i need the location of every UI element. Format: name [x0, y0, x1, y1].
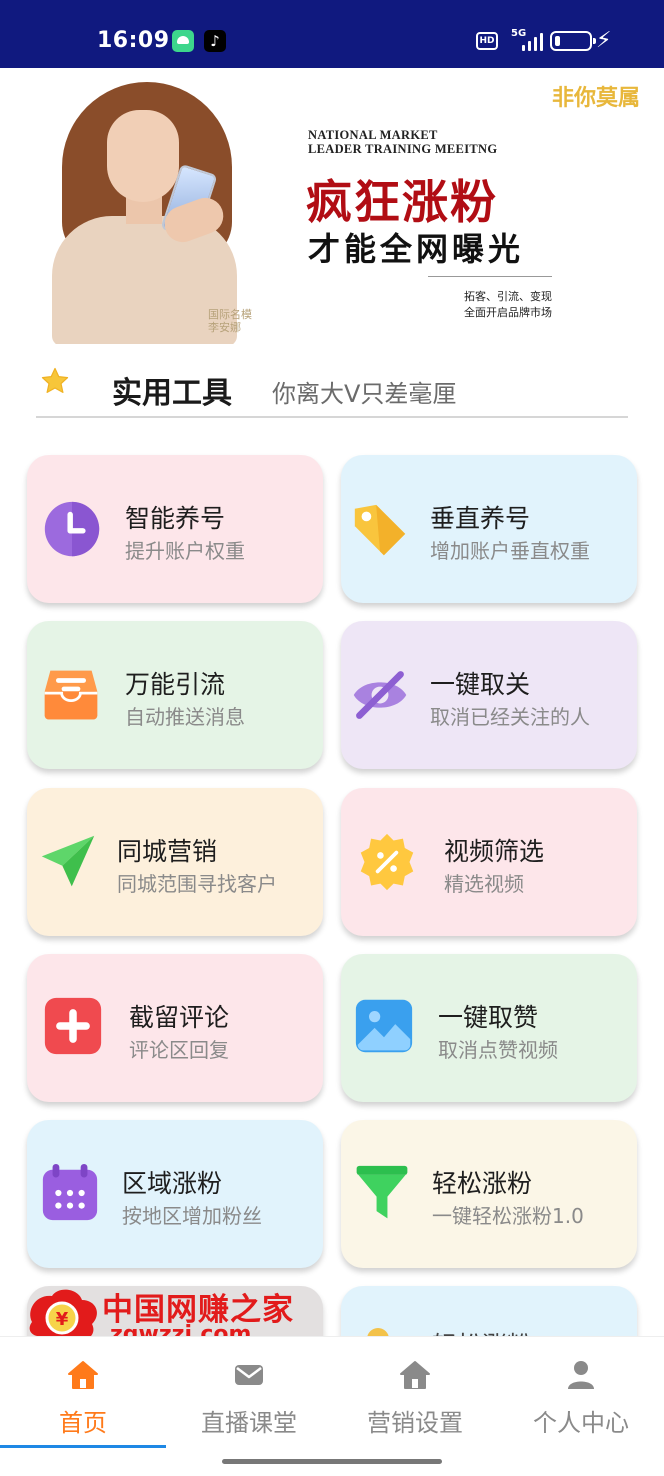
status-bar: 16:09 ♪ HD 5G ⚡ [0, 0, 664, 68]
tool-card-one-click-unfollow[interactable]: 一键取关 取消已经关注的人 [341, 621, 637, 769]
banner-tag: 非你莫属 [551, 86, 640, 111]
banner-divider [428, 276, 552, 277]
tool-subtitle: 精选视频 [444, 872, 524, 896]
tool-title: 轻松涨粉 [432, 1169, 533, 1198]
tool-subtitle: 按地区增加粉丝 [122, 1204, 262, 1228]
tool-subtitle: 同城范围寻找客户 [117, 872, 277, 896]
tool-card-video-filter[interactable]: 视频筛选 精选视频 [341, 788, 637, 936]
tool-card-universal-traffic[interactable]: 万能引流 自动推送消息 [27, 621, 323, 769]
tool-title: 智能养号 [125, 504, 226, 533]
tool-title: 同城营销 [117, 837, 218, 866]
tag-icon [354, 504, 406, 556]
tool-card-intercept-comments[interactable]: 截留评论 评论区回复 [27, 954, 323, 1102]
tool-title: 区域涨粉 [122, 1169, 223, 1198]
image-icon [355, 999, 413, 1053]
eye-off-icon [353, 671, 407, 719]
active-tab-indicator [0, 1445, 166, 1448]
tool-subtitle: 自动推送消息 [125, 705, 245, 729]
bottom-nav: 首页 直播课堂 营销设置 个人中心 [0, 1336, 664, 1476]
promo-banner[interactable]: 国际名模 李安娜 非你莫属 NATIONAL MARKET LEADER TRA… [0, 68, 664, 344]
nav-label: 营销设置 [367, 1409, 463, 1437]
banner-english-text: NATIONAL MARKET LEADER TRAINING MEEITNG [308, 128, 498, 156]
banner-small-text: 拓客、引流、变现 全面开启品牌市场 [464, 290, 552, 319]
tool-subtitle: 一键轻松涨粉1.0 [432, 1204, 584, 1228]
status-time: 16:09 [97, 28, 170, 53]
svg-text:¥: ¥ [56, 1309, 69, 1330]
tool-card-regional-growth[interactable]: 区域涨粉 按地区增加粉丝 [27, 1120, 323, 1268]
tool-title: 一键取关 [430, 670, 531, 699]
nav-label: 首页 [59, 1409, 107, 1437]
section-title: 实用工具 [112, 376, 232, 411]
nav-item-live-classroom[interactable]: 直播课堂 [166, 1337, 332, 1447]
tool-title: 万能引流 [125, 670, 226, 699]
hd-icon: HD [476, 32, 498, 50]
model-illustration [22, 82, 252, 344]
tool-subtitle: 增加账户垂直权重 [430, 539, 590, 563]
tool-title: 截留评论 [129, 1003, 230, 1032]
tool-title: 一键取赞 [438, 1003, 539, 1032]
calendar-icon [42, 1163, 98, 1221]
charging-icon: ⚡ [596, 28, 612, 53]
nav-item-profile[interactable]: 个人中心 [498, 1337, 664, 1447]
person-icon [568, 1361, 594, 1389]
clock-icon [44, 501, 100, 557]
plus-icon [44, 997, 102, 1055]
filter-icon [356, 1165, 408, 1219]
discount-badge-icon [360, 833, 414, 891]
tool-card-local-marketing[interactable]: 同城营销 同城范围寻找客户 [27, 788, 323, 936]
tool-subtitle: 取消已经关注的人 [430, 705, 590, 729]
tool-subtitle: 取消点赞视频 [438, 1038, 558, 1062]
nav-label: 直播课堂 [201, 1409, 297, 1437]
section-subtitle: 你离大V只差毫厘 [272, 380, 457, 408]
tool-card-easy-growth[interactable]: 轻松涨粉 一键轻松涨粉1.0 [341, 1120, 637, 1268]
tool-subtitle: 评论区回复 [129, 1038, 229, 1062]
android-app-icon [172, 30, 194, 52]
tool-subtitle: 提升账户权重 [125, 539, 245, 563]
section-header: 实用工具 你离大V只差毫厘 [36, 360, 628, 418]
battery-icon [550, 31, 596, 51]
banner-subheadline: 才能全网曝光 [308, 230, 525, 268]
tool-title: 垂直养号 [430, 504, 531, 533]
home-icon [68, 1361, 98, 1389]
nav-label: 个人中心 [533, 1409, 629, 1437]
tool-card-smart-nurture[interactable]: 智能养号 提升账户权重 [27, 455, 323, 603]
banner-headline: 疯狂涨粉 [306, 175, 498, 229]
home-indicator[interactable] [222, 1459, 442, 1464]
tool-title: 视频筛选 [444, 837, 545, 866]
star-icon [41, 367, 69, 393]
mail-icon [235, 1365, 263, 1385]
home-icon [400, 1361, 430, 1389]
nav-item-home[interactable]: 首页 [0, 1337, 166, 1448]
tiktok-icon: ♪ [204, 30, 226, 52]
inbox-icon [44, 670, 98, 720]
nav-item-marketing-settings[interactable]: 营销设置 [332, 1337, 498, 1447]
tool-card-vertical-nurture[interactable]: 垂直养号 增加账户垂直权重 [341, 455, 637, 603]
model-caption: 国际名模 李安娜 [208, 308, 252, 334]
send-icon [41, 835, 95, 887]
signal-icon [520, 33, 544, 51]
tool-card-one-click-unlike[interactable]: 一键取赞 取消点赞视频 [341, 954, 637, 1102]
